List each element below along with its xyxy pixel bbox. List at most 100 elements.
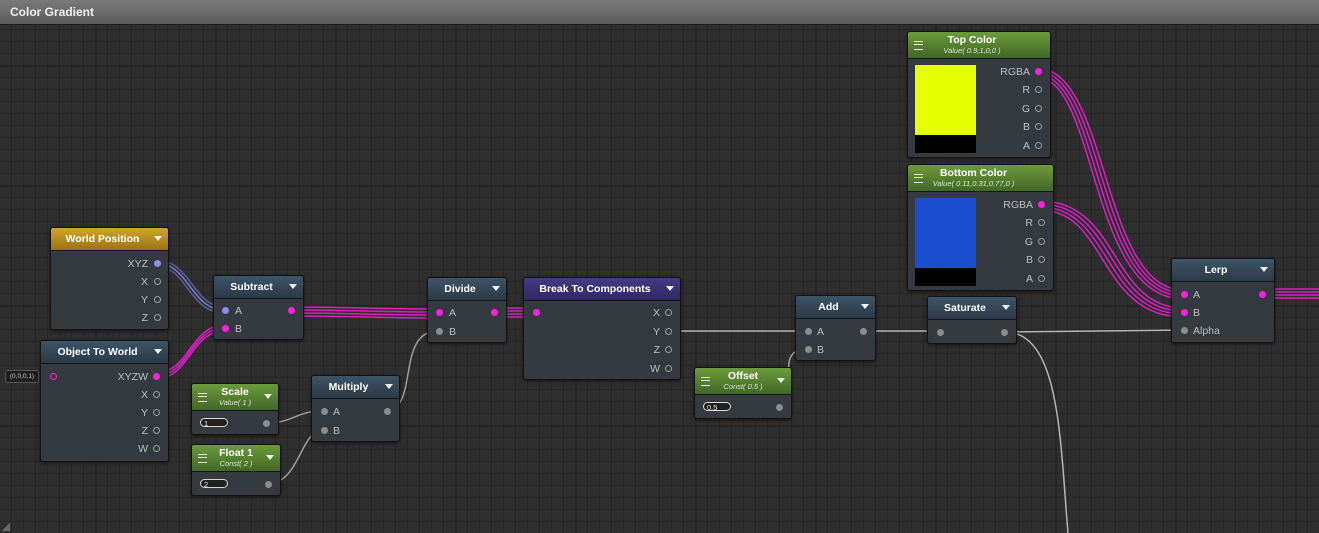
output-port[interactable] xyxy=(491,309,498,316)
output-port-xyz[interactable] xyxy=(154,260,161,267)
output-port[interactable] xyxy=(1001,329,1008,336)
output-port[interactable] xyxy=(263,420,270,427)
node-title: Scale xyxy=(221,386,249,398)
output-port-r[interactable] xyxy=(1038,219,1045,226)
value-field[interactable]: 2 xyxy=(200,479,228,488)
node-header[interactable]: Lerp xyxy=(1172,259,1274,282)
input-port-alpha[interactable] xyxy=(1181,327,1188,334)
input-port-a[interactable] xyxy=(321,408,328,415)
output-port[interactable] xyxy=(384,408,391,415)
node-offset[interactable]: Offset Const( 0.5 ) 0.5 xyxy=(694,367,792,419)
node-header[interactable]: Subtract xyxy=(214,276,303,299)
input-port-a[interactable] xyxy=(1181,291,1188,298)
window-titlebar[interactable]: Color Gradient xyxy=(0,0,1319,25)
node-divide[interactable]: Divide A B xyxy=(427,277,507,343)
output-port-w[interactable] xyxy=(153,445,160,452)
node-header[interactable]: Add xyxy=(796,296,875,319)
chevron-down-icon[interactable] xyxy=(1260,267,1268,272)
node-object-to-world[interactable]: Object To World XYZW X Y Z W xyxy=(40,340,169,462)
output-port-z[interactable] xyxy=(154,314,161,321)
chevron-down-icon[interactable] xyxy=(154,349,162,354)
node-float-1[interactable]: Float 1 Const( 2 ) 2 xyxy=(191,444,281,496)
output-port-a[interactable] xyxy=(1038,275,1045,282)
chevron-down-icon[interactable] xyxy=(264,394,272,399)
chevron-down-icon[interactable] xyxy=(289,284,297,289)
default-value-field[interactable]: (0,0,0,1) xyxy=(5,370,39,383)
node-lerp[interactable]: Lerp A B Alpha xyxy=(1171,258,1275,343)
node-header[interactable]: Break To Components xyxy=(524,278,680,301)
node-header[interactable]: Saturate xyxy=(928,297,1016,320)
output-port-x[interactable] xyxy=(665,309,672,316)
output-port-g[interactable] xyxy=(1035,105,1042,112)
output-port[interactable] xyxy=(860,328,867,335)
input-port-b[interactable] xyxy=(436,328,443,335)
node-header[interactable]: Offset Const( 0.5 ) xyxy=(695,368,791,395)
value-field[interactable]: 0.5 xyxy=(703,402,731,411)
output-port[interactable] xyxy=(265,481,272,488)
output-port-b[interactable] xyxy=(1035,123,1042,130)
input-port-a[interactable] xyxy=(805,328,812,335)
input-port-b[interactable] xyxy=(805,346,812,353)
output-port-z[interactable] xyxy=(153,427,160,434)
input-port[interactable] xyxy=(533,309,540,316)
shader-graph-canvas[interactable]: World Position XYZ X Y Z (0,0,0,1) Objec… xyxy=(0,0,1319,533)
node-world-position[interactable]: World Position XYZ X Y Z xyxy=(50,227,169,330)
chevron-down-icon[interactable] xyxy=(266,455,274,460)
node-header[interactable]: Top Color Value( 0.9,1,0,0 ) xyxy=(908,32,1050,59)
output-port-x[interactable] xyxy=(154,278,161,285)
chevron-down-icon[interactable] xyxy=(385,384,393,389)
node-add[interactable]: Add A B xyxy=(795,295,876,361)
input-port[interactable] xyxy=(50,373,57,380)
node-header[interactable]: Object To World xyxy=(41,341,168,364)
output-port-y[interactable] xyxy=(153,409,160,416)
wire-subtract-to-divide xyxy=(289,306,439,319)
node-title: Add xyxy=(818,301,839,313)
chevron-down-icon[interactable] xyxy=(492,286,500,291)
node-break-to-components[interactable]: Break To Components X Y Z W xyxy=(523,277,681,380)
output-port-xyzw[interactable] xyxy=(153,373,160,380)
node-header[interactable]: Float 1 Const( 2 ) xyxy=(192,445,280,472)
output-port-b[interactable] xyxy=(1038,256,1045,263)
output-port-z[interactable] xyxy=(665,346,672,353)
node-top-color[interactable]: Top Color Value( 0.9,1,0,0 ) RGBA R G B … xyxy=(907,31,1051,158)
chevron-down-icon[interactable] xyxy=(154,236,162,241)
node-title: Break To Components xyxy=(539,283,651,295)
node-saturate[interactable]: Saturate xyxy=(927,296,1017,344)
node-scale[interactable]: Scale Value( 1 ) 1 xyxy=(191,383,279,435)
input-port-a[interactable] xyxy=(222,307,229,314)
output-port[interactable] xyxy=(1259,291,1266,298)
chevron-down-icon[interactable] xyxy=(666,286,674,291)
node-header[interactable]: Divide xyxy=(428,278,506,301)
output-port[interactable] xyxy=(776,404,783,411)
chevron-down-icon[interactable] xyxy=(1002,305,1010,310)
node-header[interactable]: Bottom Color Value( 0.11,0.31,0.77,0 ) xyxy=(908,165,1053,192)
resize-handle-icon[interactable] xyxy=(2,523,10,531)
output-port-y[interactable] xyxy=(154,296,161,303)
node-subtract[interactable]: Subtract A B xyxy=(213,275,304,340)
input-port-b[interactable] xyxy=(1181,309,1188,316)
node-header[interactable]: Multiply xyxy=(312,376,399,399)
node-header[interactable]: Scale Value( 1 ) xyxy=(192,384,278,411)
output-port-w[interactable] xyxy=(665,365,672,372)
chevron-down-icon[interactable] xyxy=(777,378,785,383)
output-port-a[interactable] xyxy=(1035,142,1042,149)
node-header[interactable]: World Position xyxy=(51,228,168,251)
output-port-r[interactable] xyxy=(1035,86,1042,93)
node-bottom-color[interactable]: Bottom Color Value( 0.11,0.31,0.77,0 ) R… xyxy=(907,164,1054,291)
color-swatch[interactable] xyxy=(915,65,976,153)
output-port-x[interactable] xyxy=(153,391,160,398)
output-port-g[interactable] xyxy=(1038,238,1045,245)
input-port-a[interactable] xyxy=(436,309,443,316)
output-port[interactable] xyxy=(288,307,295,314)
chevron-down-icon[interactable] xyxy=(861,304,869,309)
input-port-b[interactable] xyxy=(321,427,328,434)
output-port-y[interactable] xyxy=(665,328,672,335)
input-port-b[interactable] xyxy=(222,325,229,332)
input-port[interactable] xyxy=(937,329,944,336)
color-swatch[interactable] xyxy=(915,198,976,286)
port-label: B xyxy=(1025,254,1033,266)
output-port-rgba[interactable] xyxy=(1035,68,1042,75)
node-multiply[interactable]: Multiply A B xyxy=(311,375,400,442)
value-field[interactable]: 1 xyxy=(200,418,228,427)
output-port-rgba[interactable] xyxy=(1038,201,1045,208)
